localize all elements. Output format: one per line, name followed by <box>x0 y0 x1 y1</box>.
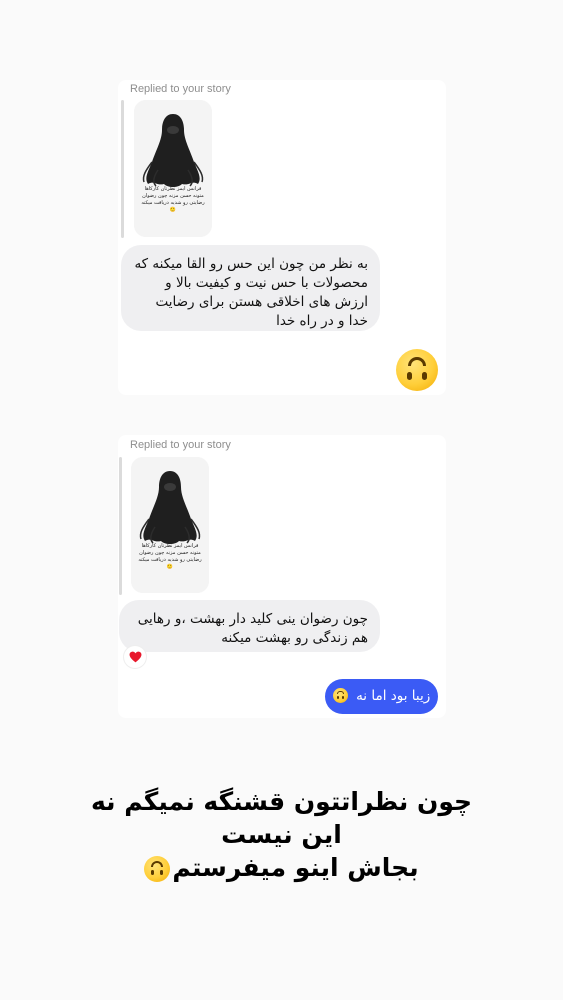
incoming-message-bubble[interactable]: به نظر من چون این حس رو القا میکنه که مح… <box>121 245 380 331</box>
story-overlay-caption: چون نظراتتون قشنگه نمیگم نه این نیست بجا… <box>60 785 503 884</box>
story-caption: فرانس ایمز نظرتان کارکاها متونه حسن مزنه… <box>141 186 205 213</box>
story-caption: فرانس ایمز نظرتان کارکاها متونه حسن مزنه… <box>138 543 202 570</box>
incoming-message-text: به نظر من چون این حس رو القا میکنه که مح… <box>134 256 368 329</box>
message-card-2: Replied to your story فرانس ایمز نظرتان … <box>118 435 446 718</box>
heart-icon <box>129 651 141 663</box>
incoming-message-bubble[interactable]: چون رضوان ینی کلید دار بهشت ،و رهایی هم … <box>119 600 380 652</box>
story-thumbnail[interactable]: فرانس ایمز نظرتان کارکاها متونه حسن مزنه… <box>134 100 212 237</box>
caption-line-3: بجاش اینو میفرستم <box>60 851 503 884</box>
caption-line-1: چون نظراتتون قشنگه نمیگم نه <box>90 787 473 816</box>
story-thumbnail[interactable]: فرانس ایمز نظرتان کارکاها متونه حسن مزنه… <box>131 457 209 593</box>
upside-down-face-icon <box>144 856 171 882</box>
caption-line-2: این نیست <box>221 820 342 849</box>
veiled-woman-image <box>134 100 212 237</box>
caption-line-3-text: بجاش اینو میفرستم <box>172 853 419 882</box>
reply-quote-bar <box>119 457 122 595</box>
outgoing-message-bubble[interactable]: زیبا بود اما نه <box>325 679 438 714</box>
replied-to-story-label: Replied to your story <box>130 439 231 451</box>
upside-down-face-icon <box>332 688 348 703</box>
veiled-woman-image <box>131 457 209 593</box>
upside-down-face-emoji[interactable] <box>396 349 438 391</box>
message-card-1: Replied to your story فرانس ایمز نظرتان … <box>118 80 446 395</box>
reply-quote-bar <box>121 100 124 238</box>
outgoing-message-text: زیبا بود اما نه <box>356 688 431 704</box>
heart-reaction-badge[interactable] <box>124 646 146 668</box>
incoming-message-text: چون رضوان ینی کلید دار بهشت ،و رهایی هم … <box>137 611 368 646</box>
replied-to-story-label: Replied to your story <box>130 83 231 95</box>
